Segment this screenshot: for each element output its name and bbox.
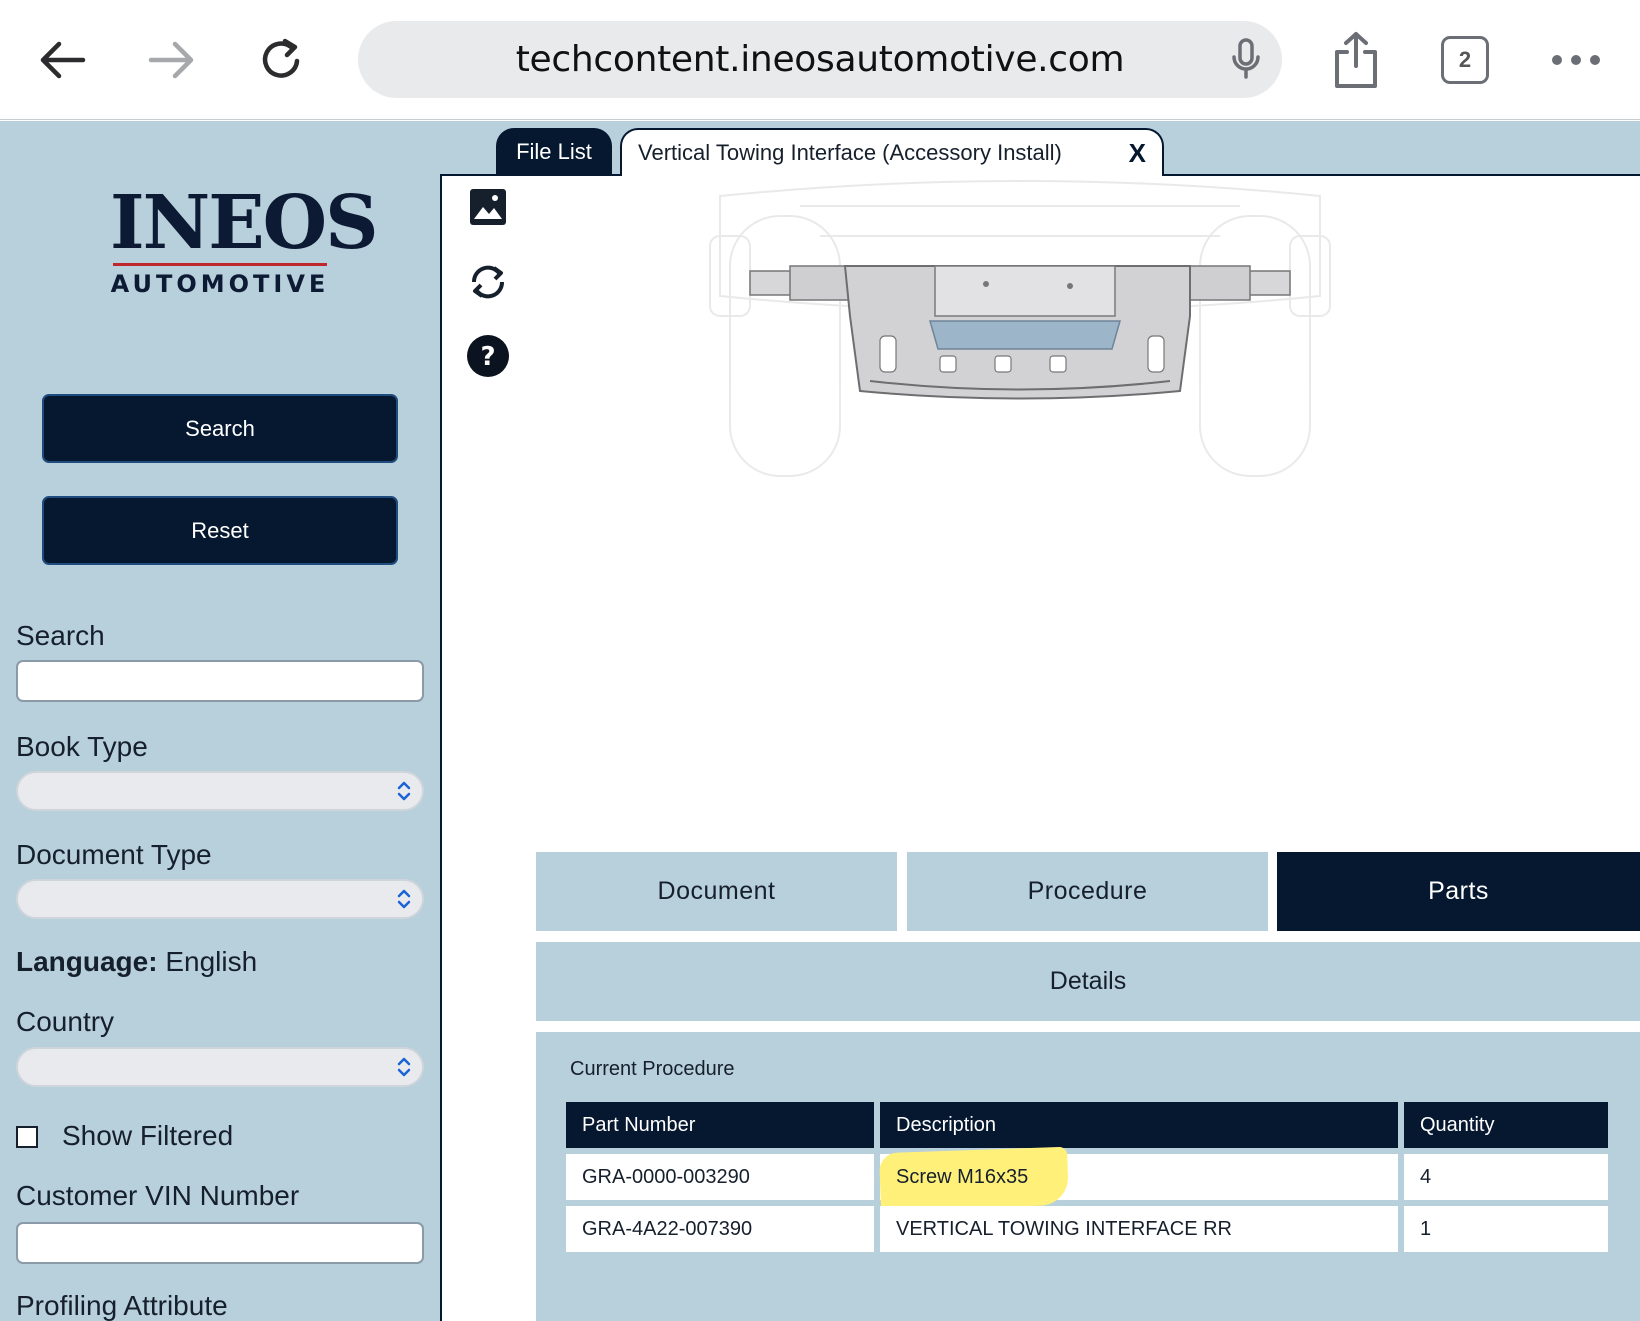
table-cell-quantity: 4 bbox=[1404, 1154, 1608, 1200]
country-select[interactable] bbox=[16, 1047, 424, 1087]
tab-file-list[interactable]: File List bbox=[496, 128, 612, 176]
current-procedure-title: Current Procedure bbox=[570, 1058, 735, 1080]
column-header-description: Description bbox=[880, 1102, 1398, 1148]
column-header-part-number: Part Number bbox=[566, 1102, 874, 1148]
vehicle-3d-viewer[interactable] bbox=[700, 176, 1340, 496]
vin-label: Customer VIN Number bbox=[16, 1180, 300, 1211]
back-arrow-icon[interactable] bbox=[32, 30, 92, 90]
column-header-quantity: Quantity bbox=[1404, 1102, 1608, 1148]
language-row: Language: English bbox=[16, 946, 257, 978]
browser-toolbar: techcontent.ineosautomotive.com 2 bbox=[0, 0, 1640, 120]
table-cell-quantity: 1 bbox=[1404, 1206, 1608, 1252]
table-cell-description-text: Screw M16x35 bbox=[896, 1165, 1029, 1188]
language-label: Language: bbox=[16, 946, 158, 977]
forward-arrow-icon[interactable] bbox=[142, 30, 202, 90]
tabs-count-button[interactable]: 2 bbox=[1441, 36, 1489, 84]
select-chevron-icon bbox=[397, 781, 411, 801]
reset-button[interactable]: Reset bbox=[42, 496, 398, 565]
details-button[interactable]: Details bbox=[536, 942, 1640, 1021]
document-type-select[interactable] bbox=[16, 879, 424, 919]
logo-subtitle: AUTOMOTIVE bbox=[110, 270, 330, 298]
url-text: techcontent.ineosautomotive.com bbox=[515, 39, 1125, 80]
rotate-icon[interactable] bbox=[468, 262, 508, 302]
vin-input[interactable] bbox=[16, 1222, 424, 1264]
select-chevron-icon bbox=[397, 1057, 411, 1077]
tab-vertical-towing-interface[interactable]: Vertical Towing Interface (Accessory Ins… bbox=[620, 128, 1164, 176]
country-label: Country bbox=[16, 1006, 115, 1037]
search-input[interactable] bbox=[16, 660, 424, 702]
tab-title: Vertical Towing Interface (Accessory Ins… bbox=[638, 140, 1062, 165]
tab-procedure[interactable]: Procedure bbox=[907, 852, 1268, 931]
logo-wordmark: INEOS bbox=[110, 180, 379, 266]
ineos-logo: INEOS AUTOMOTIVE bbox=[110, 180, 379, 298]
share-icon[interactable] bbox=[1326, 30, 1386, 90]
book-type-select[interactable] bbox=[16, 771, 424, 811]
image-icon[interactable] bbox=[468, 187, 508, 227]
tab-parts[interactable]: Parts bbox=[1277, 852, 1640, 931]
document-type-label: Document Type bbox=[16, 839, 212, 870]
table-cell-part-number: GRA-4A22-007390 bbox=[566, 1206, 874, 1252]
close-tab-button[interactable]: X bbox=[1129, 138, 1146, 169]
tab-document[interactable]: Document bbox=[536, 852, 897, 931]
show-filtered-checkbox[interactable] bbox=[16, 1126, 38, 1148]
show-filtered-label: Show Filtered bbox=[62, 1120, 234, 1151]
search-button[interactable]: Search bbox=[42, 394, 398, 463]
more-icon[interactable] bbox=[1546, 30, 1606, 90]
microphone-icon[interactable] bbox=[1230, 37, 1262, 86]
reload-icon[interactable] bbox=[252, 30, 312, 90]
table-cell-description: VERTICAL TOWING INTERFACE RR bbox=[880, 1206, 1398, 1252]
language-value: English bbox=[165, 946, 258, 977]
profiling-attribute-label: Profiling Attribute bbox=[16, 1290, 228, 1321]
address-bar[interactable]: techcontent.ineosautomotive.com bbox=[358, 21, 1282, 98]
help-icon[interactable]: ? bbox=[466, 334, 510, 378]
svg-text:?: ? bbox=[480, 342, 495, 372]
search-label: Search bbox=[16, 620, 105, 651]
book-type-label: Book Type bbox=[16, 731, 148, 762]
table-cell-part-number: GRA-0000-003290 bbox=[566, 1154, 874, 1200]
select-chevron-icon bbox=[397, 889, 411, 909]
